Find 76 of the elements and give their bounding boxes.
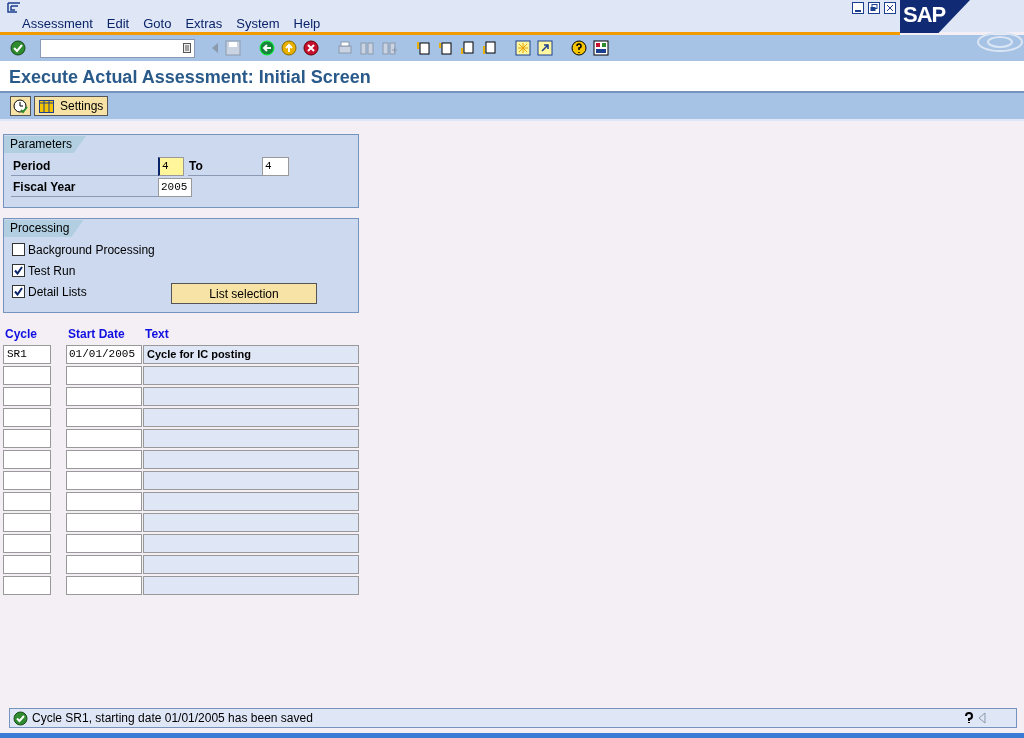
input-field[interactable]: 2005 [158, 177, 192, 197]
system-menu-icon[interactable] [7, 2, 21, 13]
input-field[interactable]: SR1 [3, 345, 51, 364]
input-field[interactable] [3, 429, 51, 448]
group-title: Parameters [4, 136, 87, 153]
input-field[interactable] [3, 387, 51, 406]
last-page-icon[interactable] [481, 40, 497, 56]
menu-item[interactable]: Help [293, 14, 321, 34]
input-field[interactable] [66, 450, 142, 469]
status-message: Cycle SR1, starting date 01/01/2005 has been saved [32, 710, 313, 727]
input-field[interactable]: 4 [158, 156, 184, 176]
enter-icon[interactable] [10, 40, 26, 56]
input-field[interactable] [3, 513, 51, 532]
clock-icon [13, 98, 28, 114]
menu-item[interactable]: Assessment [22, 14, 93, 34]
success-icon [13, 710, 28, 726]
help-icon[interactable] [571, 40, 587, 56]
first-page-icon[interactable] [415, 40, 431, 56]
settings-button[interactable]: Settings [34, 96, 109, 116]
input-field[interactable] [66, 513, 142, 532]
close-icon[interactable] [884, 2, 896, 14]
back-icon[interactable] [259, 40, 275, 56]
input-field[interactable] [3, 366, 51, 385]
execute-button[interactable] [10, 96, 31, 116]
input-field[interactable] [66, 576, 142, 595]
input-field[interactable]: 01/01/2005 [66, 345, 142, 364]
menu-item[interactable]: System [236, 14, 280, 34]
input-field[interactable] [3, 408, 51, 427]
new-window-icon[interactable] [515, 40, 531, 56]
checkbox[interactable] [12, 264, 25, 277]
shortcut-icon[interactable] [537, 40, 553, 56]
print-icon[interactable] [337, 40, 353, 56]
columns-icon [39, 99, 54, 113]
input-field[interactable] [66, 408, 142, 427]
input-field[interactable] [3, 492, 51, 511]
column-header[interactable]: Text [143, 325, 169, 343]
restore-icon[interactable] [868, 2, 880, 14]
input-field[interactable]: 4 [262, 156, 289, 176]
checkbox-label: Detail Lists [28, 283, 87, 301]
checkbox[interactable] [12, 243, 25, 256]
menu-item[interactable]: Goto [143, 14, 172, 34]
input-field[interactable] [3, 471, 51, 490]
input-field[interactable] [66, 534, 142, 553]
checkbox-label: Test Run [28, 262, 76, 280]
menu-item[interactable]: Edit [106, 14, 130, 34]
input-field[interactable] [3, 555, 51, 574]
input-field[interactable] [3, 534, 51, 553]
minimize-icon[interactable] [852, 2, 864, 14]
screen-title: Execute Actual Assessment: Initial Screen [9, 65, 371, 89]
column-header[interactable]: Cycle [3, 325, 66, 343]
input-field[interactable] [66, 471, 142, 490]
command-field[interactable] [40, 38, 195, 58]
input-field[interactable] [66, 492, 142, 511]
next-page-icon[interactable] [459, 40, 475, 56]
input-field[interactable] [66, 555, 142, 574]
column-header[interactable]: Start Date [66, 325, 143, 343]
help-icon[interactable] [964, 712, 974, 724]
save-icon[interactable] [225, 40, 241, 56]
binoculars-icon[interactable] [359, 40, 375, 56]
input-field[interactable] [66, 387, 142, 406]
list-selection-button[interactable]: List selection [171, 283, 317, 304]
previous-page-icon[interactable] [437, 40, 453, 56]
group-title: Processing [4, 220, 84, 237]
layout-icon[interactable] [593, 40, 609, 56]
input-field[interactable] [66, 366, 142, 385]
checkbox[interactable] [12, 285, 25, 298]
binoculars-plus-icon[interactable] [381, 40, 397, 56]
triangle-icon[interactable] [211, 42, 219, 54]
checkbox-label: Background Processing [28, 241, 155, 259]
input-field[interactable] [3, 576, 51, 595]
menu-item[interactable]: Extras [185, 14, 223, 34]
table-cell: Cycle for IC posting [143, 345, 359, 364]
cancel-icon[interactable] [303, 40, 319, 56]
input-field[interactable] [3, 450, 51, 469]
dropdown-icon[interactable] [183, 43, 191, 53]
input-field[interactable] [66, 429, 142, 448]
